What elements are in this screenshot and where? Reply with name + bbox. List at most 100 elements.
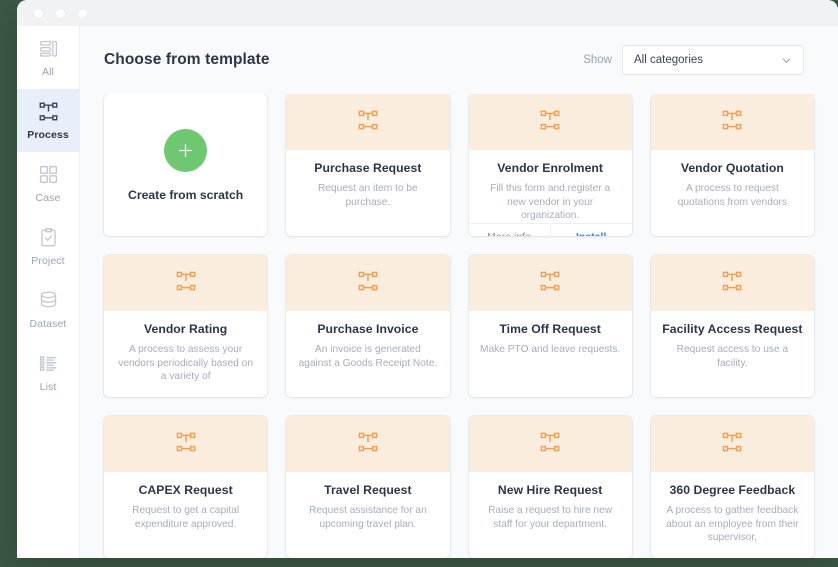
close-dot[interactable] (34, 9, 43, 18)
template-card[interactable]: Travel Request Request assistance for an … (286, 416, 449, 558)
sidebar-item-label: List (40, 381, 57, 393)
grid-squares-icon (38, 163, 59, 185)
template-card[interactable]: Vendor RatingA process to assess your ve… (104, 255, 267, 397)
layout-list-icon (38, 37, 59, 59)
create-from-scratch-label: Create from scratch (128, 188, 243, 202)
sidebar-item-label: Process (27, 129, 69, 141)
process-nodes-icon (721, 109, 743, 136)
template-card-title: Purchase Invoice (317, 322, 418, 336)
template-card[interactable]: New Hire Request Raise a request to hire … (469, 416, 632, 558)
process-nodes-icon (357, 109, 379, 136)
process-nodes-icon (539, 109, 561, 136)
list-bullets-icon (38, 352, 59, 374)
template-grid-wrapper: Create from scratch Purchase Request Requ… (80, 94, 838, 558)
template-card-banner (469, 255, 632, 311)
template-card-banner (286, 416, 449, 472)
template-card-body: New Hire Request Raise a request to hire … (469, 472, 632, 558)
maximize-dot[interactable] (78, 9, 87, 18)
header-controls: Show All categories (583, 45, 804, 75)
template-card-banner (469, 94, 632, 150)
template-card-title: Purchase Request (314, 161, 421, 175)
sidebar-item-label: Case (36, 192, 61, 204)
template-card-body: Time Off RequestMake PTO and leave reque… (469, 311, 632, 397)
template-card-title: 360 Degree Feedback (670, 483, 796, 497)
page-title: Choose from template (104, 51, 270, 69)
template-card-body: 360 Degree FeedbackA process to gather f… (651, 472, 814, 558)
template-card-description: Request an item to be purchase. (297, 182, 438, 209)
sidebar-item-label: All (42, 66, 54, 78)
template-card-banner (104, 416, 267, 472)
sidebar-item-label: Project (31, 255, 64, 267)
template-card-description: Raise a request to hire new staff for yo… (480, 504, 621, 531)
sidebar-item-dataset[interactable]: Dataset (17, 278, 79, 341)
template-card-body: Purchase InvoiceAn invoice is generated … (286, 311, 449, 397)
template-card-banner (286, 94, 449, 150)
sidebar-item-label: Dataset (30, 318, 67, 330)
process-nodes-icon (721, 270, 743, 297)
clipboard-check-icon (38, 226, 59, 248)
process-nodes-icon (357, 431, 379, 458)
template-card-description: Fill this form and register a new vendor… (480, 182, 621, 223)
process-nodes-icon (38, 100, 59, 122)
main-header: Choose from template Show All categories (80, 26, 838, 94)
template-card-body: Vendor RatingA process to assess your ve… (104, 311, 267, 397)
template-card-banner (286, 255, 449, 311)
template-card-title: New Hire Request (498, 483, 602, 497)
window-titlebar (17, 0, 838, 26)
sidebar-item-process[interactable]: Process (17, 89, 79, 152)
sidebar-item-list[interactable]: List (17, 341, 79, 404)
template-card-banner (651, 416, 814, 472)
main-content: Choose from template Show All categories… (80, 26, 838, 558)
template-card-description: Request to get a capital expenditure app… (115, 504, 256, 531)
template-card-title: CAPEX Request (139, 483, 233, 497)
template-card-title: Travel Request (324, 483, 411, 497)
process-nodes-icon (175, 431, 197, 458)
template-card[interactable]: Purchase InvoiceAn invoice is generated … (286, 255, 449, 397)
process-nodes-icon (539, 270, 561, 297)
template-card-title: Time Off Request (499, 322, 600, 336)
template-card-body: Purchase Request Request an item to be pu… (286, 150, 449, 236)
template-card-description: A process to assess your vendors periodi… (115, 343, 256, 384)
process-nodes-icon (175, 270, 197, 297)
process-nodes-icon (357, 270, 379, 297)
template-card[interactable]: Facility Access Request Request access to… (651, 255, 814, 397)
template-card-description: Request access to use a facility. (662, 343, 803, 370)
template-card[interactable]: 360 Degree FeedbackA process to gather f… (651, 416, 814, 558)
template-card-description: Request assistance for an upcoming trave… (297, 504, 438, 531)
template-grid: Create from scratch Purchase Request Requ… (104, 94, 814, 558)
database-icon (38, 289, 59, 311)
minimize-dot[interactable] (56, 9, 65, 18)
template-card-body: Vendor Enrolment Fill this form and regis… (469, 150, 632, 223)
template-card[interactable]: CAPEX Request Request to get a capital ex… (104, 416, 267, 558)
template-card-body: CAPEX Request Request to get a capital ex… (104, 472, 267, 558)
template-card[interactable]: Purchase Request Request an item to be pu… (286, 94, 449, 236)
template-card-banner (104, 255, 267, 311)
template-card-body: Vendor Quotation A process to request quo… (651, 150, 814, 236)
category-select-value: All categories (634, 54, 703, 66)
template-card-description: A process to request quotations from ven… (662, 182, 803, 209)
template-card-body: Travel Request Request assistance for an … (286, 472, 449, 558)
template-card[interactable]: Time Off RequestMake PTO and leave reque… (469, 255, 632, 397)
template-card-title: Vendor Enrolment (497, 161, 603, 175)
sidebar-item-case[interactable]: Case (17, 152, 79, 215)
template-card-banner (651, 255, 814, 311)
template-card-body: Facility Access Request Request access to… (651, 311, 814, 397)
process-nodes-icon (721, 431, 743, 458)
app-window: All Process Case Project Dataset List (17, 0, 838, 558)
template-card-title: Facility Access Request (662, 322, 802, 336)
template-card-actions: More infoInstall (469, 223, 632, 237)
template-card[interactable]: Vendor Quotation A process to request quo… (651, 94, 814, 236)
create-from-scratch-card[interactable]: Create from scratch (104, 94, 267, 236)
more-info-button[interactable]: More info (469, 224, 550, 237)
template-card-title: Vendor Quotation (681, 161, 784, 175)
template-card-banner (651, 94, 814, 150)
process-nodes-icon (539, 431, 561, 458)
category-select[interactable]: All categories (622, 45, 804, 75)
sidebar: All Process Case Project Dataset List (17, 26, 80, 558)
sidebar-item-all[interactable]: All (17, 26, 79, 89)
template-card[interactable]: Vendor Enrolment Fill this form and regis… (469, 94, 632, 236)
sidebar-item-project[interactable]: Project (17, 215, 79, 278)
install-button[interactable]: Install (550, 224, 632, 237)
chevron-down-icon (781, 55, 792, 66)
window-body: All Process Case Project Dataset List (17, 26, 838, 558)
